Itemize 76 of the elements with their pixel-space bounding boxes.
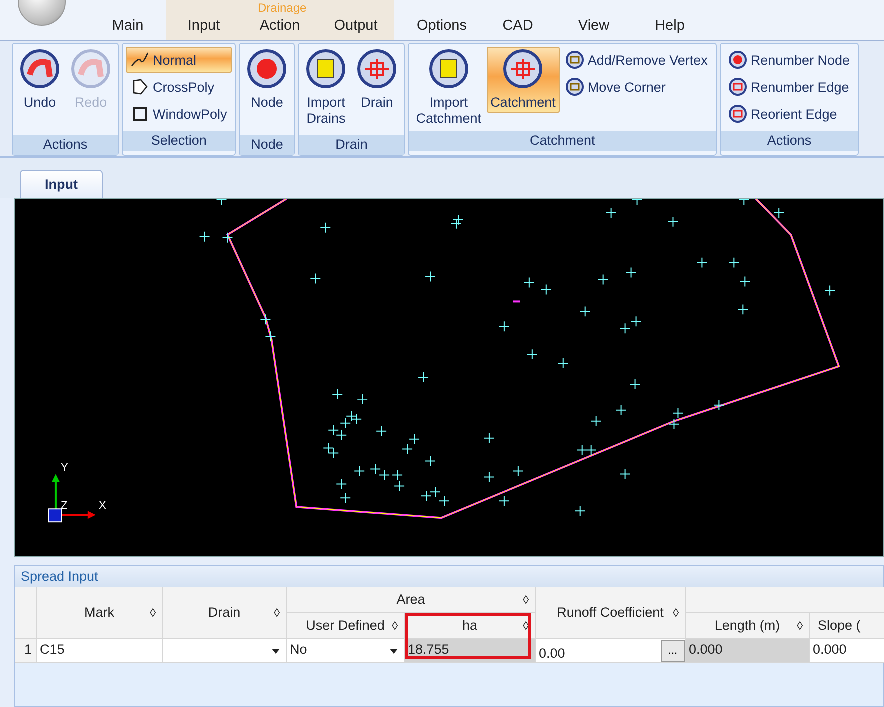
sort-icon[interactable]: ◊ [274,606,280,620]
column-header[interactable]: Drain ◊ [163,587,287,639]
ribbon-button[interactable]: WindowPoly [126,101,232,127]
column-title: Slope ( [818,618,861,633]
column-header[interactable]: Length (m) ◊ [686,613,810,639]
group-title: Selection [123,131,236,151]
sort-icon[interactable]: ◊ [797,618,803,632]
document-tab[interactable]: Input [20,170,103,198]
table-cell[interactable]: 0.000 [810,639,884,663]
ball-icon [247,49,288,89]
menu-tab[interactable]: View [556,6,632,40]
ribbon-button[interactable]: Renumber Edge [724,74,855,100]
menu-tab[interactable]: CAD [480,6,556,40]
column-title: Runoff Coefficient [557,605,664,620]
group-title: Actions [13,135,118,155]
column-title: ha [462,618,478,633]
browse-button[interactable]: ... [661,640,685,662]
redo-icon [71,49,111,89]
dropdown-cell[interactable]: No [287,639,405,663]
undo-icon [20,49,60,89]
context-tab-label: Drainage [258,1,307,15]
ball-icon [728,51,747,69]
menu-tab[interactable]: Input [166,0,242,40]
group-title: Node [240,135,294,155]
sort-icon[interactable]: ◊ [150,606,156,620]
cad-canvas[interactable]: Y Z X [14,198,884,557]
group-title: Drain [299,135,404,155]
cell-value: No [290,642,308,657]
menu-tab[interactable]: Options [404,6,480,40]
axis-label: Z [61,500,68,512]
group-title: Catchment [409,131,716,151]
table-cell: 0.000 [686,639,810,663]
caret-icon [272,649,280,654]
line-icon [131,51,149,69]
menu-tab[interactable]: Output [318,0,394,40]
caret-icon [390,649,398,654]
ribbon-button[interactable]: Drain [353,47,402,135]
column-title: Length (m) [714,618,780,633]
axis-label: Y [61,462,68,474]
menu-tab[interactable]: Help [632,6,708,40]
row-number: 1 [15,639,37,663]
column-title: Area [396,592,426,607]
ribbon-button[interactable]: CrossPoly [126,74,232,100]
ribbon-button[interactable]: Normal [126,47,232,73]
column-title: User Defined [306,618,385,633]
ribbon-button[interactable]: Import Catchment [412,47,486,129]
ribbon-button[interactable]: Renumber Node [724,47,855,73]
table-cell[interactable]: C15 [37,639,163,663]
ribbon-button[interactable]: Catchment [486,47,560,113]
column-header[interactable]: Area ◊ [287,587,536,613]
window-icon [131,105,149,123]
ribbon-button[interactable]: Import Drains [302,47,350,135]
column-header[interactable]: Slope ( [810,613,884,639]
panel-title: Spread Input [15,566,883,587]
sort-icon[interactable]: ◊ [673,606,679,620]
ribbon-button[interactable]: Move Corner [560,74,713,100]
group-title: Actions [720,131,858,151]
sort-icon[interactable]: ◊ [392,618,398,632]
column-header[interactable]: User Defined ◊ [287,613,405,639]
ribbon-button[interactable]: Reorient Edge [724,101,855,127]
axis-label: X [99,500,106,512]
menu-tab[interactable]: Main [90,6,166,40]
dropdown-cell[interactable] [163,639,287,663]
column-header[interactable]: Mark ◊ [37,587,163,639]
column-header[interactable]: Runoff Coefficient ◊ [536,587,686,639]
poly-icon [131,78,149,96]
ribbon-button[interactable]: Add/Remove Vertex [560,47,713,73]
sort-icon[interactable]: ◊ [523,592,529,606]
ribbon-button[interactable]: Node [243,47,292,135]
ribbon-button[interactable]: Undo [16,47,64,135]
axis-drawing [48,474,96,523]
table-cell-with-button[interactable]: 0.00 ... [536,639,686,663]
row-header-corner [15,587,37,639]
column-title: Mark [84,605,114,620]
cell-value: 0.00 [539,645,566,661]
column-title: Drain [208,605,241,620]
